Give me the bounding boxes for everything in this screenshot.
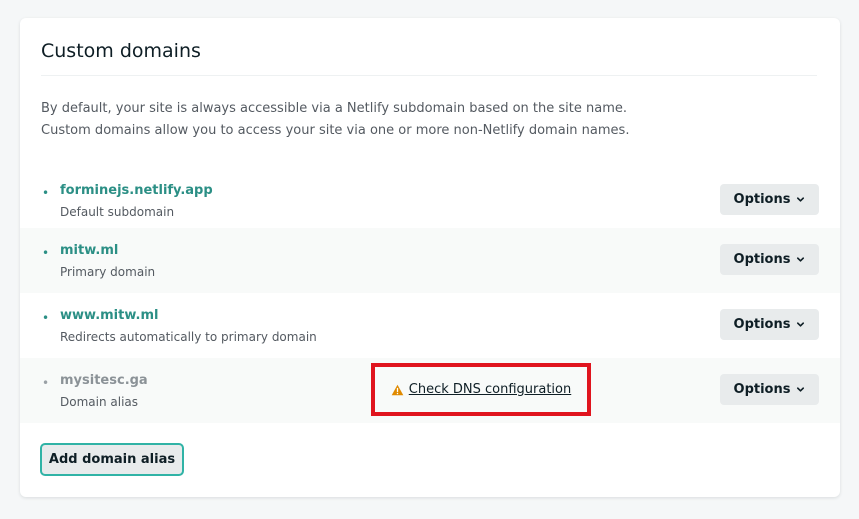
domain-row-alias: • mysitesc.ga Domain alias Check DNS con… <box>20 358 840 423</box>
domain-row-primary: • mitw.ml Primary domain Options <box>20 228 840 293</box>
domain-name: forminejs.netlify.app <box>60 183 213 198</box>
options-button[interactable]: Options <box>720 309 819 340</box>
description: By default, your site is always accessib… <box>41 98 629 142</box>
bullet-icon: • <box>42 376 50 390</box>
options-label: Options <box>733 192 791 207</box>
domain-name: www.mitw.ml <box>60 308 159 323</box>
description-line-1: By default, your site is always accessib… <box>41 101 628 116</box>
domain-row-default-subdomain: • forminejs.netlify.app Default subdomai… <box>20 168 840 233</box>
domain-name: mitw.ml <box>60 243 119 258</box>
dns-warning-highlight: Check DNS configuration <box>371 363 591 416</box>
options-label: Options <box>733 382 791 397</box>
check-dns-configuration-link[interactable]: Check DNS configuration <box>409 382 571 397</box>
domain-row-www-redirect: • www.mitw.ml Redirects automatically to… <box>20 293 840 358</box>
warning-triangle-icon <box>391 384 404 395</box>
chevron-down-icon <box>797 197 805 202</box>
chevron-down-icon <box>797 322 805 327</box>
options-button[interactable]: Options <box>720 374 819 405</box>
options-label: Options <box>733 252 791 267</box>
chevron-down-icon <box>797 257 805 262</box>
options-label: Options <box>733 317 791 332</box>
bullet-icon: • <box>42 311 50 325</box>
domain-name: mysitesc.ga <box>60 373 148 388</box>
domain-subtitle: Primary domain <box>60 265 156 279</box>
description-line-2: Custom domains allow you to access your … <box>41 123 630 138</box>
add-domain-alias-button[interactable]: Add domain alias <box>40 443 184 476</box>
options-button[interactable]: Options <box>720 184 819 215</box>
title-divider <box>41 75 817 76</box>
bullet-icon: • <box>42 246 50 260</box>
domain-subtitle: Default subdomain <box>60 205 175 219</box>
card-title: Custom domains <box>41 40 201 62</box>
chevron-down-icon <box>797 387 805 392</box>
domain-subtitle: Redirects automatically to primary domai… <box>60 330 317 344</box>
options-button[interactable]: Options <box>720 244 819 275</box>
domain-subtitle: Domain alias <box>60 395 139 409</box>
custom-domains-card: Custom domains By default, your site is … <box>20 18 840 497</box>
bullet-icon: • <box>42 186 50 200</box>
